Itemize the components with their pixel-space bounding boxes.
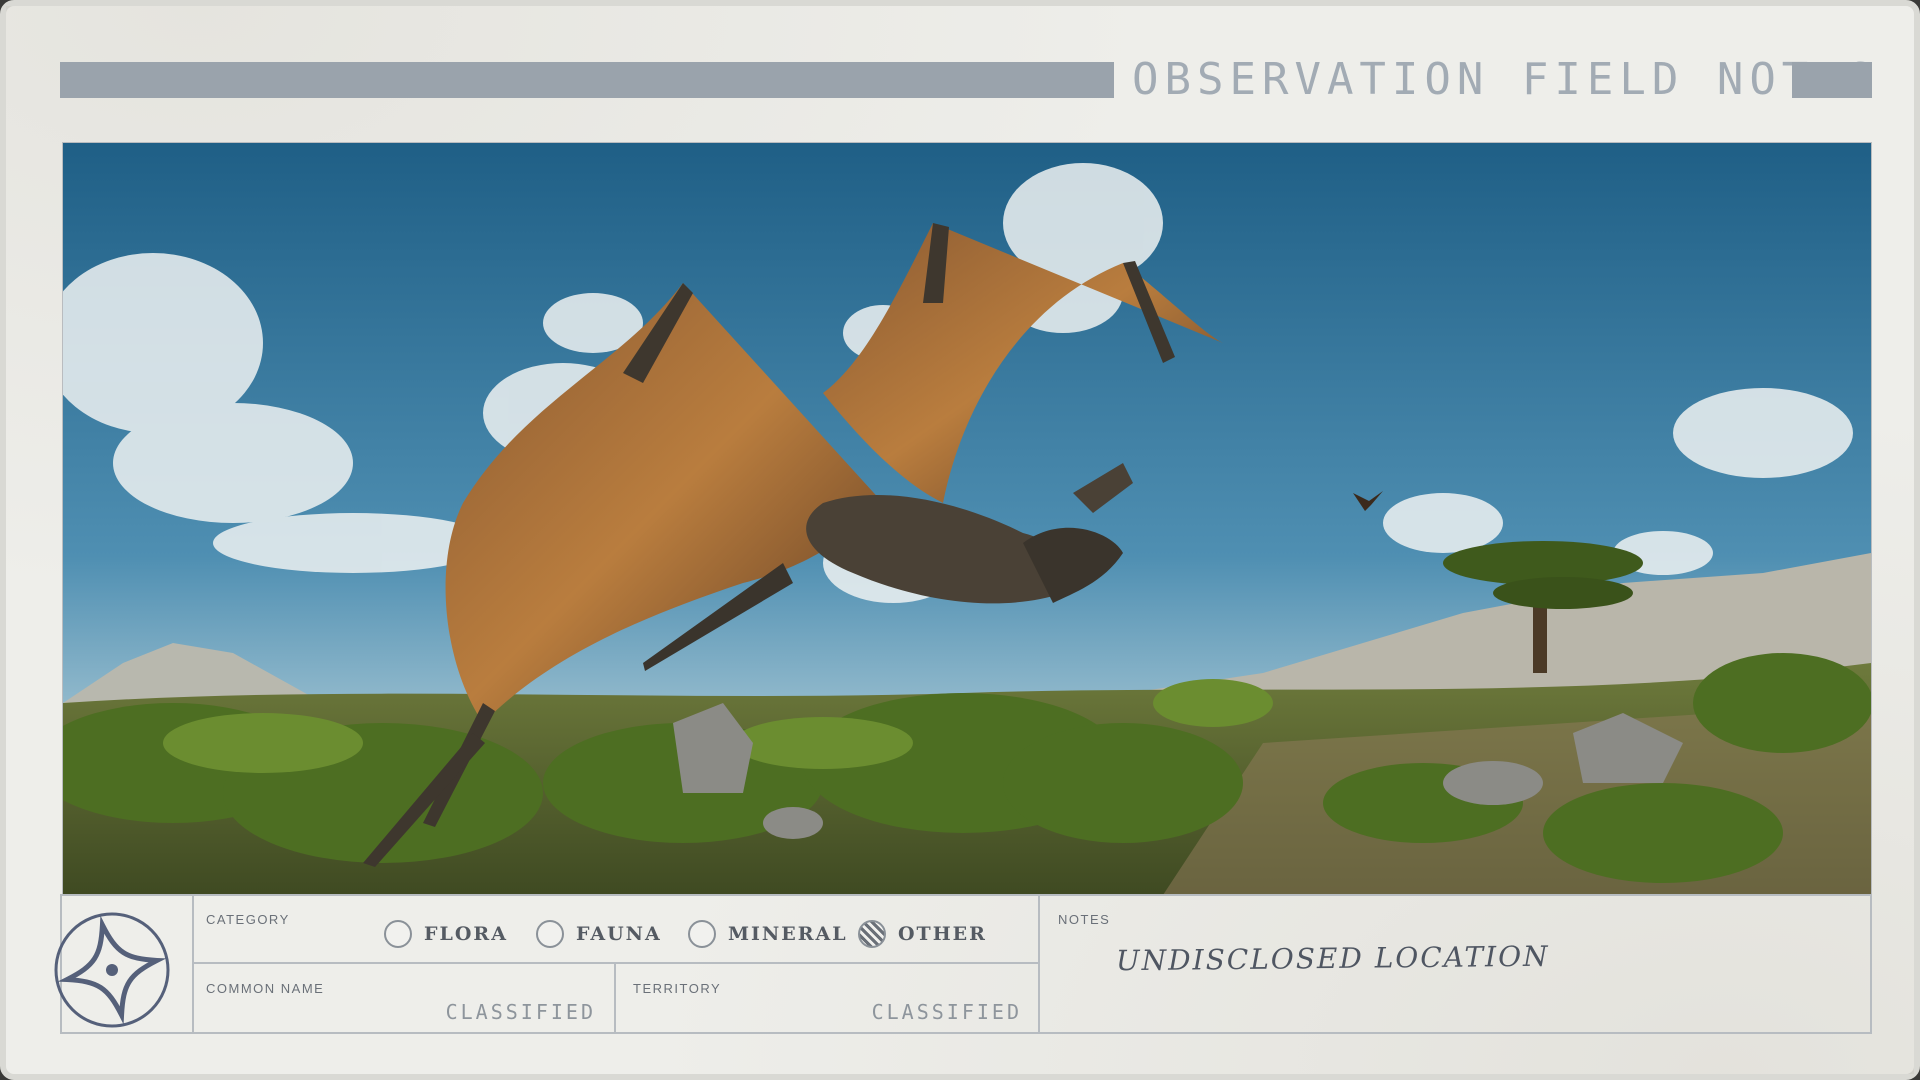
radio-circle-icon xyxy=(536,920,564,948)
notes-value: UNDISCLOSED LOCATION xyxy=(1115,939,1550,978)
page-title: OBSERVATION FIELD NOTES xyxy=(1132,54,1880,105)
category-radio-flora[interactable]: FLORA xyxy=(384,918,508,950)
category-label: CATEGORY xyxy=(206,912,290,927)
scene-illustration xyxy=(63,143,1871,895)
common-name-value: CLASSIFIED xyxy=(445,1000,596,1024)
territory-label: TERRITORY xyxy=(633,981,722,996)
divider xyxy=(192,896,194,1032)
observation-photo xyxy=(62,142,1872,896)
radio-circle-icon xyxy=(384,920,412,948)
radio-label: MINERAL xyxy=(728,923,848,945)
header-bar-right xyxy=(1792,62,1872,98)
divider xyxy=(614,964,616,1032)
radio-label: OTHER xyxy=(898,923,987,945)
category-radio-fauna[interactable]: FAUNA xyxy=(536,918,662,950)
radio-selected-icon xyxy=(858,920,886,948)
divider xyxy=(192,962,1040,964)
divider xyxy=(1038,896,1040,1032)
header-bar-left xyxy=(60,62,1114,98)
notes-label: NOTES xyxy=(1058,912,1111,927)
common-name-label: COMMON NAME xyxy=(206,981,325,996)
star-compass-emblem-icon xyxy=(54,912,170,1028)
territory-value: CLASSIFIED xyxy=(871,1000,1022,1024)
radio-label: FLORA xyxy=(424,923,508,945)
category-radio-mineral[interactable]: MINERAL xyxy=(688,918,848,950)
radio-label: FAUNA xyxy=(576,923,662,945)
category-radio-other[interactable]: OTHER xyxy=(858,918,987,950)
radio-circle-icon xyxy=(688,920,716,948)
field-notes-card: OBSERVATION FIELD NOTES CATEGORY FLORA F… xyxy=(0,0,1920,1080)
